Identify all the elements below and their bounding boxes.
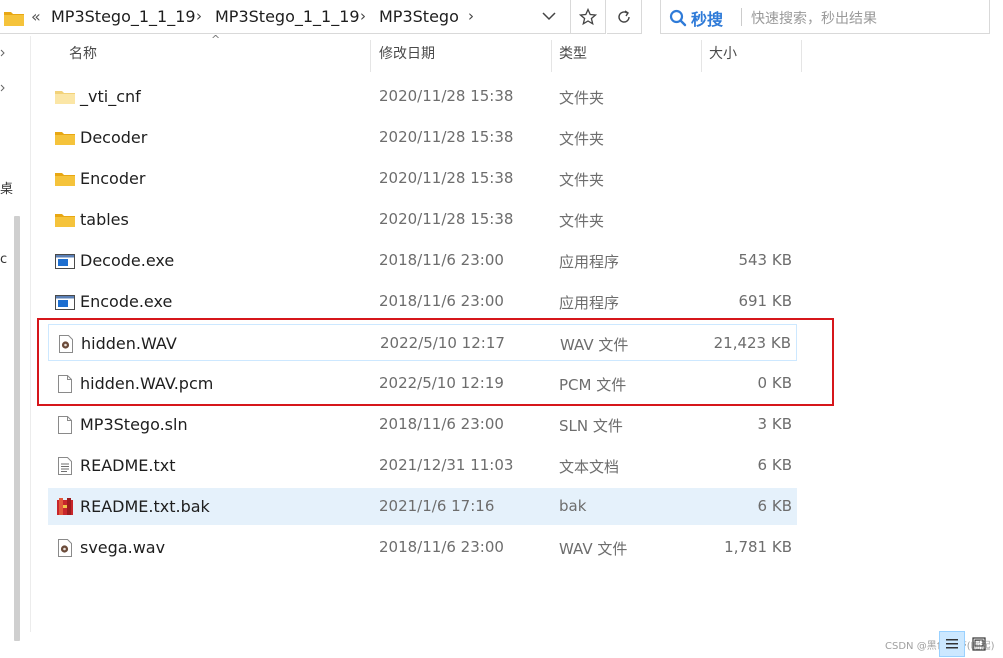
navigation-pane[interactable]: 桌 c [0,36,31,641]
file-size: 1,781 KB [724,538,792,556]
large-icons-view-button[interactable] [966,631,992,657]
file-name: Encoder [80,169,146,188]
column-divider[interactable] [551,40,552,72]
search-brand[interactable]: 秒搜 [669,6,723,30]
file-type: 文本文档 [559,458,620,476]
folder-icon [4,12,24,26]
file-modified-date: 2020/11/28 15:38 [379,128,514,146]
file-row[interactable]: README.txt 2021/12/31 11:03 文本文档 6 KB [48,447,797,484]
file-name: MP3Stego.sln [80,415,188,434]
nav-item-label-fragment[interactable]: c [0,252,7,267]
file-type: 文件夹 [559,212,605,230]
folder-light-icon [54,87,76,107]
file-modified-date: 2018/11/6 23:00 [379,292,504,310]
file-modified-date: 2021/1/6 17:16 [379,497,495,515]
blank-file-icon [54,415,76,435]
file-modified-date: 2018/11/6 23:00 [379,415,504,433]
breadcrumb-item[interactable]: MP3Stego_1_1_19 [51,7,196,26]
file-type: 文件夹 [559,130,605,148]
highlight-annotation [37,318,834,406]
file-name: README.txt.bak [80,497,210,516]
file-row[interactable]: Decode.exe 2018/11/6 23:00 应用程序 543 KB [48,242,797,279]
nav-scrollbar[interactable] [14,216,20,641]
file-name: Decode.exe [80,251,175,270]
column-divider[interactable] [701,40,702,72]
text-file-icon [54,456,76,476]
file-size: 3 KB [757,415,792,433]
column-header-name[interactable]: 名称 [69,43,97,71]
breadcrumb-item[interactable]: MP3Stego [379,7,459,26]
file-row[interactable]: tables 2020/11/28 15:38 文件夹 [48,201,797,238]
folder-icon [54,169,76,189]
file-size: 6 KB [757,456,792,474]
exe-icon [54,251,76,271]
file-modified-date: 2020/11/28 15:38 [379,210,514,228]
star-icon [579,7,597,25]
file-modified-date: 2020/11/28 15:38 [379,169,514,187]
file-type: SLN 文件 [559,417,623,435]
audio-file-icon [54,538,76,558]
breadcrumb-separator[interactable]: › [360,7,366,25]
file-name: README.txt [80,456,176,475]
chevron-down-icon[interactable] [541,8,557,24]
folder-icon [54,210,76,230]
file-type: 应用程序 [559,294,620,312]
file-modified-date: 2021/12/31 11:03 [379,456,514,474]
exe-icon [54,292,76,312]
nav-item-label-fragment[interactable]: 桌 [0,178,13,197]
column-divider[interactable] [801,40,802,72]
file-row[interactable]: svega.wav 2018/11/6 23:00 WAV 文件 1,781 KB [48,529,797,566]
file-name: Encode.exe [80,292,173,311]
file-type: 文件夹 [559,171,605,189]
breadcrumb-separator[interactable]: › [468,7,474,25]
refresh-icon [618,9,630,23]
file-type: 应用程序 [559,253,620,271]
column-header-date[interactable]: 修改日期 [379,43,435,71]
chevron-right-icon[interactable] [0,49,6,57]
file-row[interactable]: _vti_cnf 2020/11/28 15:38 文件夹 [48,78,797,115]
search-brand-label: 秒搜 [691,10,724,29]
divider [741,8,742,26]
search-input[interactable]: 快速搜索，秒出结果 [751,8,877,28]
file-row[interactable]: README.txt.bak 2021/1/6 17:16 bak 6 KB [48,488,797,525]
file-row[interactable]: Encoder 2020/11/28 15:38 文件夹 [48,160,797,197]
chevron-right-icon[interactable] [0,84,6,92]
details-view-button[interactable] [939,631,965,657]
file-name: svega.wav [80,538,166,557]
top-bar: « MP3Stego_1_1_19 › MP3Stego_1_1_19 › MP… [0,0,1003,36]
file-size: 691 KB [738,292,792,310]
file-type: 文件夹 [559,89,605,107]
column-header-size[interactable]: 大小 [709,43,737,71]
details-view-icon [946,639,958,649]
pin-button[interactable] [571,0,606,34]
file-type: bak [559,497,587,515]
file-row[interactable]: Decoder 2020/11/28 15:38 文件夹 [48,119,797,156]
file-modified-date: 2018/11/6 23:00 [379,538,504,556]
large-icons-view-icon [972,637,986,651]
file-name: tables [80,210,129,229]
file-row[interactable]: MP3Stego.sln 2018/11/6 23:00 SLN 文件 3 KB [48,406,797,443]
file-name: _vti_cnf [80,87,141,106]
address-bar[interactable]: « MP3Stego_1_1_19 › MP3Stego_1_1_19 › MP… [0,0,571,34]
column-header-type[interactable]: 类型 [559,43,587,71]
breadcrumb-item[interactable]: MP3Stego_1_1_19 [215,7,360,26]
folder-icon [54,128,76,148]
search-box[interactable]: 秒搜 快速搜索，秒出结果 [660,0,990,34]
refresh-button[interactable] [607,0,642,34]
file-modified-date: 2020/11/28 15:38 [379,87,514,105]
search-icon [669,9,687,27]
column-divider[interactable] [370,40,371,72]
file-name: Decoder [80,128,148,147]
file-modified-date: 2018/11/6 23:00 [379,251,504,269]
breadcrumb-separator[interactable]: › [196,7,202,25]
breadcrumb-overflow[interactable]: « [31,7,41,26]
file-size: 6 KB [757,497,792,515]
file-size: 543 KB [738,251,792,269]
file-type: WAV 文件 [559,540,628,558]
archive-file-icon [54,497,76,517]
file-row[interactable]: Encode.exe 2018/11/6 23:00 应用程序 691 KB [48,283,797,320]
sort-ascending-indicator: ^ [211,33,221,46]
